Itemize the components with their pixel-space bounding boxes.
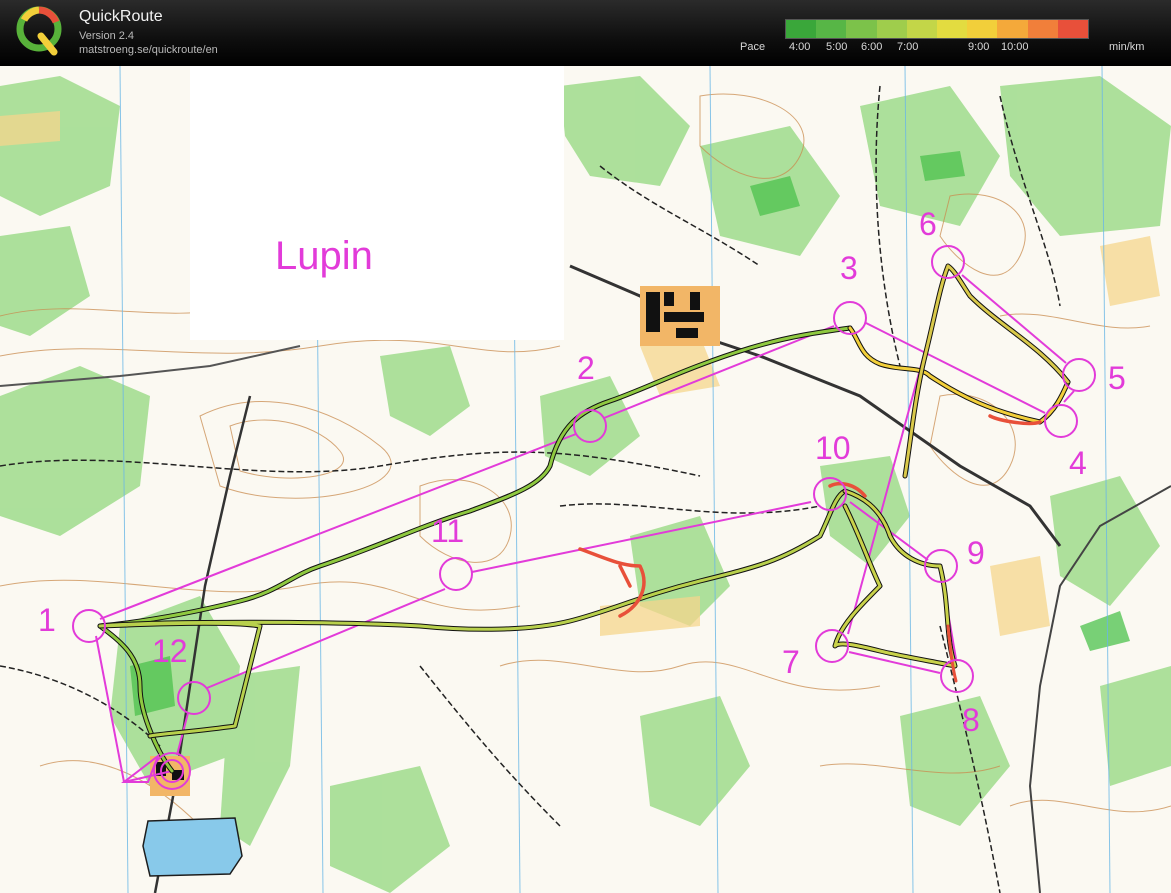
- pace-tick: 6:00: [861, 41, 883, 53]
- control-5: [1062, 358, 1096, 392]
- pace-label: Pace: [740, 41, 766, 53]
- pace-tick: 5:00: [826, 41, 848, 53]
- pace-unit: min/km: [1109, 41, 1145, 53]
- control-4: [1044, 404, 1078, 438]
- app-url-link[interactable]: matstroeng.se/quickroute/en: [79, 44, 218, 56]
- map-canvas[interactable]: [0, 66, 1171, 893]
- pace-ticks: 4:00 5:00 6:00 7:00 9:00 10:00: [785, 41, 1105, 55]
- control-number-8: 8: [962, 702, 980, 738]
- control-number-6: 6: [919, 206, 937, 242]
- pace-tick: 7:00: [897, 41, 919, 53]
- quickroute-logo-icon: [16, 6, 62, 56]
- control-number-5: 5: [1108, 360, 1126, 396]
- lake: [142, 817, 243, 877]
- pace-color-swatch: [816, 20, 847, 38]
- orienteering-map[interactable]: Lupin 1 2 3 4 5 6 7 8 9 10 11 12: [0, 66, 1171, 893]
- pace-color-swatch: [1027, 20, 1058, 38]
- pace-color-swatch: [1057, 20, 1089, 38]
- pace-color-swatch: [876, 20, 907, 38]
- pace-tick: 9:00: [968, 41, 990, 53]
- pace-color-swatch: [906, 20, 938, 38]
- pace-color-swatch: [997, 20, 1028, 38]
- control-11: [439, 557, 473, 591]
- app-version: Version 2.4: [79, 30, 135, 42]
- control-number-12: 12: [152, 633, 188, 669]
- pace-gradient-bar: [785, 19, 1089, 39]
- control-number-4: 4: [1069, 445, 1087, 481]
- pace-tick: 10:00: [1001, 41, 1029, 53]
- pace-color-swatch: [786, 20, 817, 38]
- control-number-1: 1: [38, 602, 56, 638]
- app-header: QuickRoute Version 2.4 matstroeng.se/qui…: [0, 0, 1171, 66]
- pace-color-swatch: [967, 20, 998, 38]
- app-name: QuickRoute: [79, 8, 163, 25]
- map-title-box: [190, 66, 564, 340]
- control-number-3: 3: [840, 250, 858, 286]
- pace-color-swatch: [846, 20, 877, 38]
- control-number-9: 9: [967, 535, 985, 571]
- control-number-7: 7: [782, 644, 800, 680]
- control-number-10: 10: [815, 430, 851, 466]
- map-title: Lupin: [275, 234, 373, 278]
- gps-route: [97, 263, 1071, 774]
- pace-color-swatch: [937, 20, 968, 38]
- control-number-2: 2: [577, 350, 595, 386]
- control-number-11: 11: [431, 513, 465, 549]
- pace-tick: 4:00: [789, 41, 811, 53]
